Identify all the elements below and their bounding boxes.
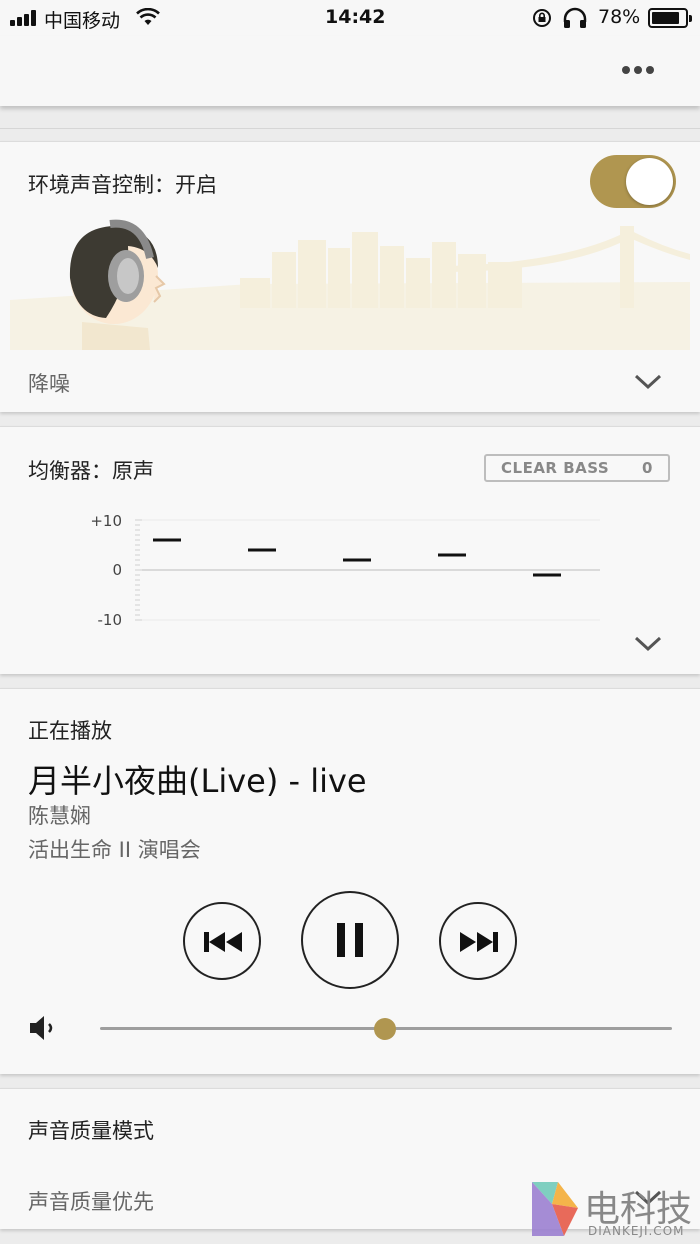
eq-tick-bottom: -10 — [97, 611, 123, 629]
next-button[interactable] — [439, 902, 517, 980]
watermark-en: DIANKEJI.COM — [588, 1224, 685, 1238]
status-bar: 中国移动 14:42 78% — [0, 0, 700, 36]
wifi-icon — [136, 8, 160, 25]
ambient-mode: 降噪 — [28, 372, 70, 396]
clock: 14:42 — [325, 6, 386, 28]
sound-quality-title: 声音质量模式 — [28, 1119, 154, 1143]
previous-icon — [204, 932, 242, 952]
signal-icon — [10, 10, 40, 26]
next-icon — [460, 932, 498, 952]
app-header — [0, 36, 700, 106]
toggle-knob — [626, 158, 673, 205]
eq-band-5[interactable] — [533, 573, 561, 577]
rotation-lock-icon — [533, 9, 551, 27]
eq-band-1[interactable] — [153, 538, 181, 542]
previous-button[interactable] — [183, 902, 261, 980]
clear-bass-value: 0 — [642, 459, 653, 477]
sound-quality-value: 声音质量优先 — [28, 1190, 154, 1214]
ambient-toggle[interactable] — [590, 155, 676, 208]
eq-band-4[interactable] — [438, 553, 466, 557]
ambient-illustration — [10, 219, 690, 350]
equalizer-chevron-down-icon[interactable] — [633, 634, 663, 654]
ambient-chevron-down-icon[interactable] — [633, 372, 663, 392]
now-playing-heading: 正在播放 — [28, 719, 112, 743]
eq-band-3[interactable] — [343, 558, 371, 562]
carrier-name: 中国移动 — [44, 10, 121, 32]
eq-tick-mid: 0 — [112, 561, 122, 579]
more-horizontal-icon[interactable] — [620, 64, 656, 76]
volume-slider-knob[interactable] — [374, 1018, 396, 1040]
now-playing-card — [0, 688, 700, 1074]
headphones-status-icon — [563, 7, 587, 28]
watermark-logo — [532, 1182, 578, 1236]
track-artist: 陈慧娴 — [28, 804, 91, 828]
eq-band-2[interactable] — [248, 548, 276, 552]
clear-bass-button[interactable]: CLEAR BASS 0 — [484, 454, 670, 482]
track-title: 月半小夜曲(Live) - live — [28, 762, 367, 800]
pause-icon — [337, 923, 363, 957]
clear-bass-label: CLEAR BASS — [501, 459, 610, 477]
equalizer-graph[interactable] — [130, 510, 605, 630]
battery-percent: 78% — [598, 6, 641, 28]
pause-button[interactable] — [301, 891, 399, 989]
equalizer-title: 均衡器：原声 — [28, 459, 154, 483]
separator — [0, 128, 700, 129]
eq-tick-top: +10 — [90, 512, 122, 530]
battery-icon — [648, 8, 692, 28]
ambient-title: 环境声音控制：开启 — [28, 173, 217, 197]
volume-icon[interactable] — [28, 1012, 60, 1044]
track-album: 活出生命 II 演唱会 — [28, 838, 201, 862]
